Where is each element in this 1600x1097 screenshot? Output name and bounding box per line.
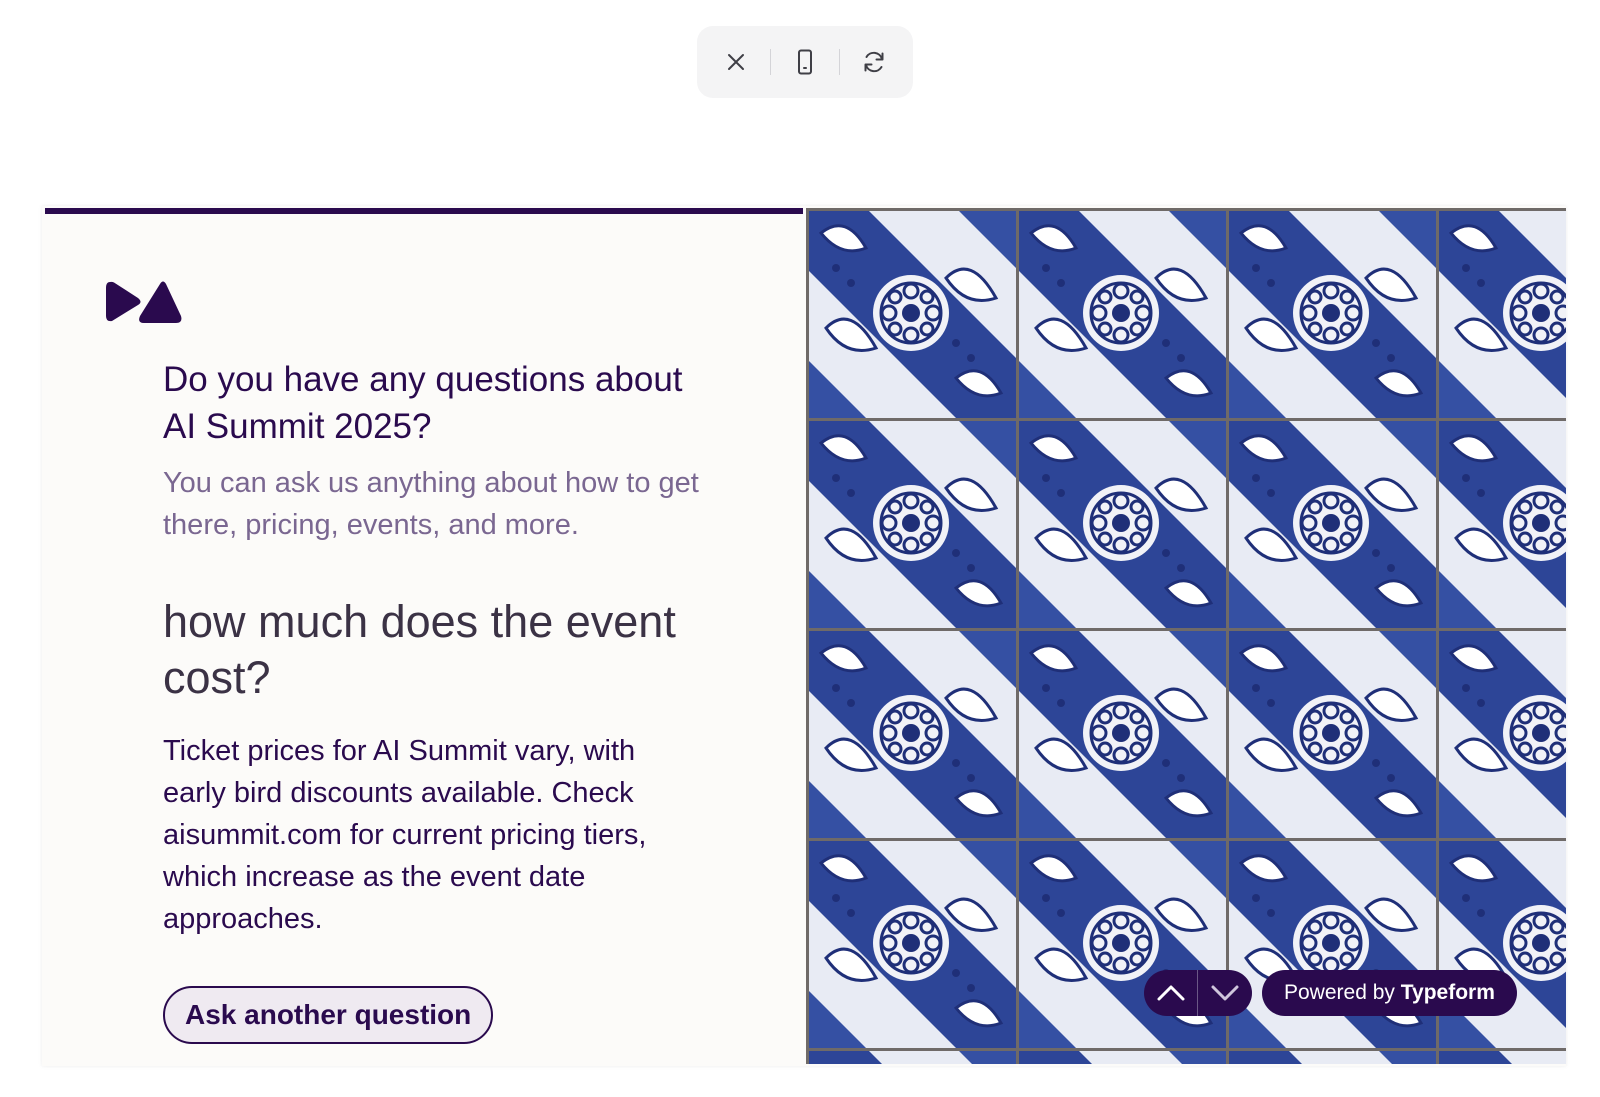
blue-white-tiles-image xyxy=(806,208,1566,1064)
close-button[interactable] xyxy=(708,34,764,90)
typeform-brand-name: Typeform xyxy=(1400,981,1495,1004)
chevron-up-icon xyxy=(1157,985,1184,1001)
toolbar-divider xyxy=(839,49,840,75)
previous-question-button[interactable] xyxy=(1144,970,1198,1016)
mobile-preview-button[interactable] xyxy=(777,34,833,90)
close-icon xyxy=(728,54,744,70)
restart-button[interactable] xyxy=(846,34,902,90)
user-question: how much does the event cost? xyxy=(163,596,676,703)
powered-by-label: Powered by xyxy=(1284,981,1395,1004)
chevron-down-icon xyxy=(1211,985,1238,1001)
mobile-device-icon xyxy=(798,49,812,75)
refresh-icon xyxy=(864,51,884,73)
tile-pattern xyxy=(806,208,1566,1064)
ask-another-question-button[interactable]: Ask another question xyxy=(163,986,494,1044)
brand-logo-icon xyxy=(106,281,182,323)
question-title: Do you have any questions about AI Summi… xyxy=(163,360,683,446)
next-question-button[interactable] xyxy=(1198,970,1251,1016)
answer-text: Ticket prices for AI Summit vary, with e… xyxy=(163,735,647,935)
powered-by-typeform-badge[interactable]: Powered by Typeform xyxy=(1262,970,1517,1016)
toolbar-divider xyxy=(770,49,771,75)
question-description: You can ask us anything about how to get… xyxy=(163,467,699,541)
preview-toolbar xyxy=(697,26,913,98)
question-navigation xyxy=(1144,970,1252,1016)
